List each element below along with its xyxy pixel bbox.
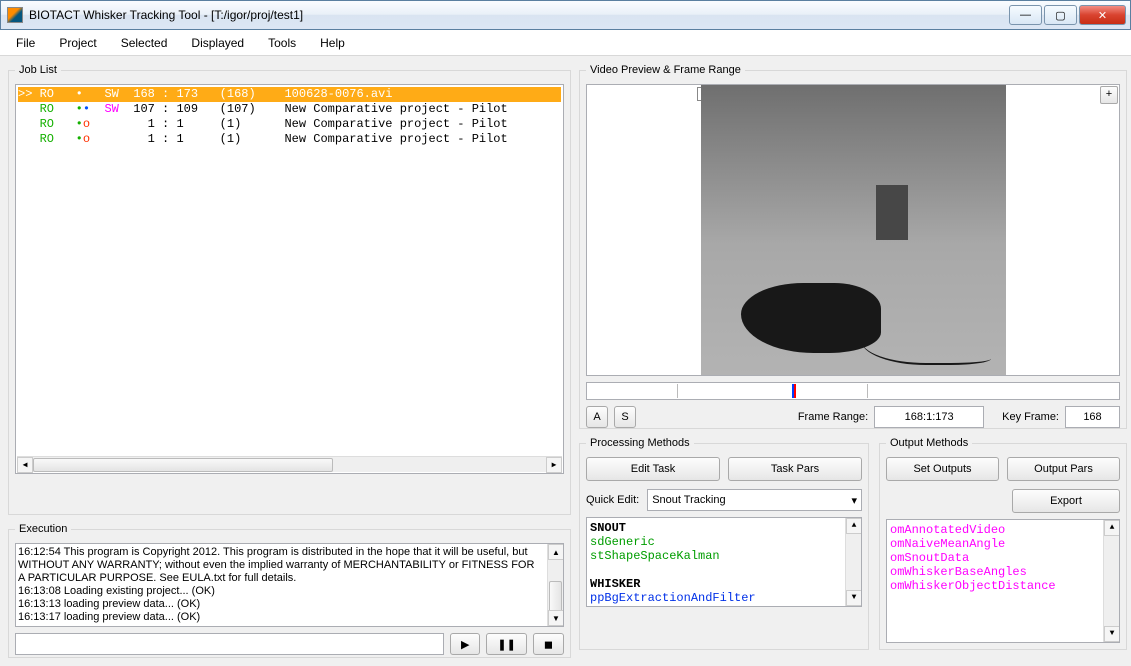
execution-panel: Execution 16:12:54 This program is Copyr… xyxy=(8,523,571,658)
scroll-right-icon[interactable]: ▶ xyxy=(546,457,562,473)
scroll-left-icon[interactable]: ◀ xyxy=(17,457,33,473)
scroll-down-icon[interactable]: ▼ xyxy=(1104,626,1120,642)
job-row[interactable]: RO •o 1 : 1 (1) New Comparative project … xyxy=(18,132,561,147)
menu-project[interactable]: Project xyxy=(47,32,108,54)
task-pars-button[interactable]: Task Pars xyxy=(728,457,862,481)
output-panel: Output Methods Set Outputs Output Pars E… xyxy=(879,437,1127,650)
list-item[interactable]: omSnoutData xyxy=(890,551,1116,565)
menu-help[interactable]: Help xyxy=(308,32,357,54)
stop-button[interactable]: ◼ xyxy=(533,633,564,655)
list-item[interactable]: omWhiskerBaseAngles xyxy=(890,565,1116,579)
mouse-silhouette xyxy=(741,283,881,353)
scroll-up-icon[interactable]: ▲ xyxy=(1104,520,1120,536)
a-button[interactable]: A xyxy=(586,406,608,428)
execution-input[interactable] xyxy=(15,633,444,655)
scroll-up-icon[interactable]: ▲ xyxy=(548,544,564,560)
processing-list[interactable]: SNOUT sdGeneric stShapeSpaceKalman WHISK… xyxy=(586,517,862,607)
quick-edit-label: Quick Edit: xyxy=(586,494,639,506)
menubar: File Project Selected Displayed Tools He… xyxy=(0,30,1131,56)
titlebar: BIOTACT Whisker Tracking Tool - [T:/igor… xyxy=(0,0,1131,30)
maximize-button[interactable]: ▢ xyxy=(1044,5,1077,25)
execution-legend: Execution xyxy=(15,523,71,535)
app-icon xyxy=(7,7,23,23)
list-item[interactable]: ppBgExtractionAndFilter xyxy=(590,591,858,605)
window-controls: — ▢ ✕ xyxy=(1009,5,1130,25)
set-outputs-button[interactable]: Set Outputs xyxy=(886,457,999,481)
list-item[interactable]: stShapeSpaceKalman xyxy=(590,549,858,563)
pause-button[interactable]: ❚❚ xyxy=(486,633,526,655)
menu-selected[interactable]: Selected xyxy=(109,32,180,54)
processing-vscroll[interactable]: ▲ ▼ xyxy=(845,518,861,606)
play-button[interactable]: ▶ xyxy=(450,633,480,655)
key-frame-input[interactable] xyxy=(1065,406,1120,428)
processing-legend: Processing Methods xyxy=(586,437,694,449)
log-line: 16:13:17 loading preview data... (OK) xyxy=(18,611,561,624)
minimize-button[interactable]: — xyxy=(1009,5,1042,25)
key-frame-label: Key Frame: xyxy=(1002,411,1059,423)
list-item[interactable]: WHISKER xyxy=(590,577,858,591)
preview-legend: Video Preview & Frame Range xyxy=(586,64,745,76)
output-vscroll[interactable]: ▲ ▼ xyxy=(1103,520,1119,642)
menu-file[interactable]: File xyxy=(4,32,47,54)
quick-edit-select[interactable]: Snout Tracking ▾ xyxy=(647,489,862,511)
list-item[interactable]: wdIgor xyxy=(590,605,858,607)
output-legend: Output Methods xyxy=(886,437,972,449)
menu-displayed[interactable]: Displayed xyxy=(179,32,256,54)
processing-panel: Processing Methods Edit Task Task Pars Q… xyxy=(579,437,869,650)
joblist-legend: Job List xyxy=(15,64,61,76)
scroll-thumb[interactable] xyxy=(33,458,333,472)
timeline-marker-current[interactable] xyxy=(794,384,796,398)
joblist-hscroll[interactable]: ◀ ▶ xyxy=(17,456,562,472)
output-pars-button[interactable]: Output Pars xyxy=(1007,457,1120,481)
zoom-plus-button[interactable]: + xyxy=(1100,86,1118,104)
export-button[interactable]: Export xyxy=(1012,489,1120,513)
edit-task-button[interactable]: Edit Task xyxy=(586,457,720,481)
job-row[interactable]: >> RO • SW 168 : 173 (168) 100628-0076.a… xyxy=(18,87,561,102)
scroll-down-icon[interactable]: ▼ xyxy=(548,610,564,626)
list-item[interactable]: omNaiveMeanAngle xyxy=(890,537,1116,551)
list-item[interactable]: omAnnotatedVideo xyxy=(890,523,1116,537)
job-row[interactable]: RO •• SW 107 : 109 (107) New Comparative… xyxy=(18,102,561,117)
scroll-up-icon[interactable]: ▲ xyxy=(846,518,862,534)
job-row[interactable]: RO •o 1 : 1 (1) New Comparative project … xyxy=(18,117,561,132)
list-item[interactable]: sdGeneric xyxy=(590,535,858,549)
log-line: 16:12:54 This program is Copyright 2012.… xyxy=(18,546,561,585)
joblist[interactable]: >> RO • SW 168 : 173 (168) 100628-0076.a… xyxy=(15,84,564,474)
video-frame xyxy=(701,85,1006,375)
chevron-down-icon: ▾ xyxy=(851,494,857,507)
log-line: 16:13:13 loading preview data... (OK) xyxy=(18,598,561,611)
scroll-down-icon[interactable]: ▼ xyxy=(846,590,862,606)
close-button[interactable]: ✕ xyxy=(1079,5,1126,25)
s-button[interactable]: S xyxy=(614,406,636,428)
frame-range-input[interactable] xyxy=(874,406,984,428)
list-item[interactable]: SNOUT xyxy=(590,521,858,535)
execution-log[interactable]: 16:12:54 This program is Copyright 2012.… xyxy=(15,543,564,627)
quick-edit-value: Snout Tracking xyxy=(652,494,725,506)
timeline[interactable] xyxy=(586,382,1120,400)
frame-range-label: Frame Range: xyxy=(798,411,868,423)
video-area[interactable]: 168 + xyxy=(586,84,1120,376)
joblist-panel: Job List >> RO • SW 168 : 173 (168) 1006… xyxy=(8,64,571,515)
mouse-tail xyxy=(861,340,991,365)
execution-vscroll[interactable]: ▲ ▼ xyxy=(547,544,563,626)
menu-tools[interactable]: Tools xyxy=(256,32,308,54)
output-list[interactable]: omAnnotatedVideoomNaiveMeanAngleomSnoutD… xyxy=(886,519,1120,643)
list-item[interactable] xyxy=(590,563,858,577)
list-item[interactable]: omWhiskerObjectDistance xyxy=(890,579,1116,593)
preview-panel: Video Preview & Frame Range 168 + A S xyxy=(579,64,1127,429)
object-block xyxy=(876,185,908,240)
log-line: 16:13:08 Loading existing project... (OK… xyxy=(18,585,561,598)
window-title: BIOTACT Whisker Tracking Tool - [T:/igor… xyxy=(29,8,1009,22)
